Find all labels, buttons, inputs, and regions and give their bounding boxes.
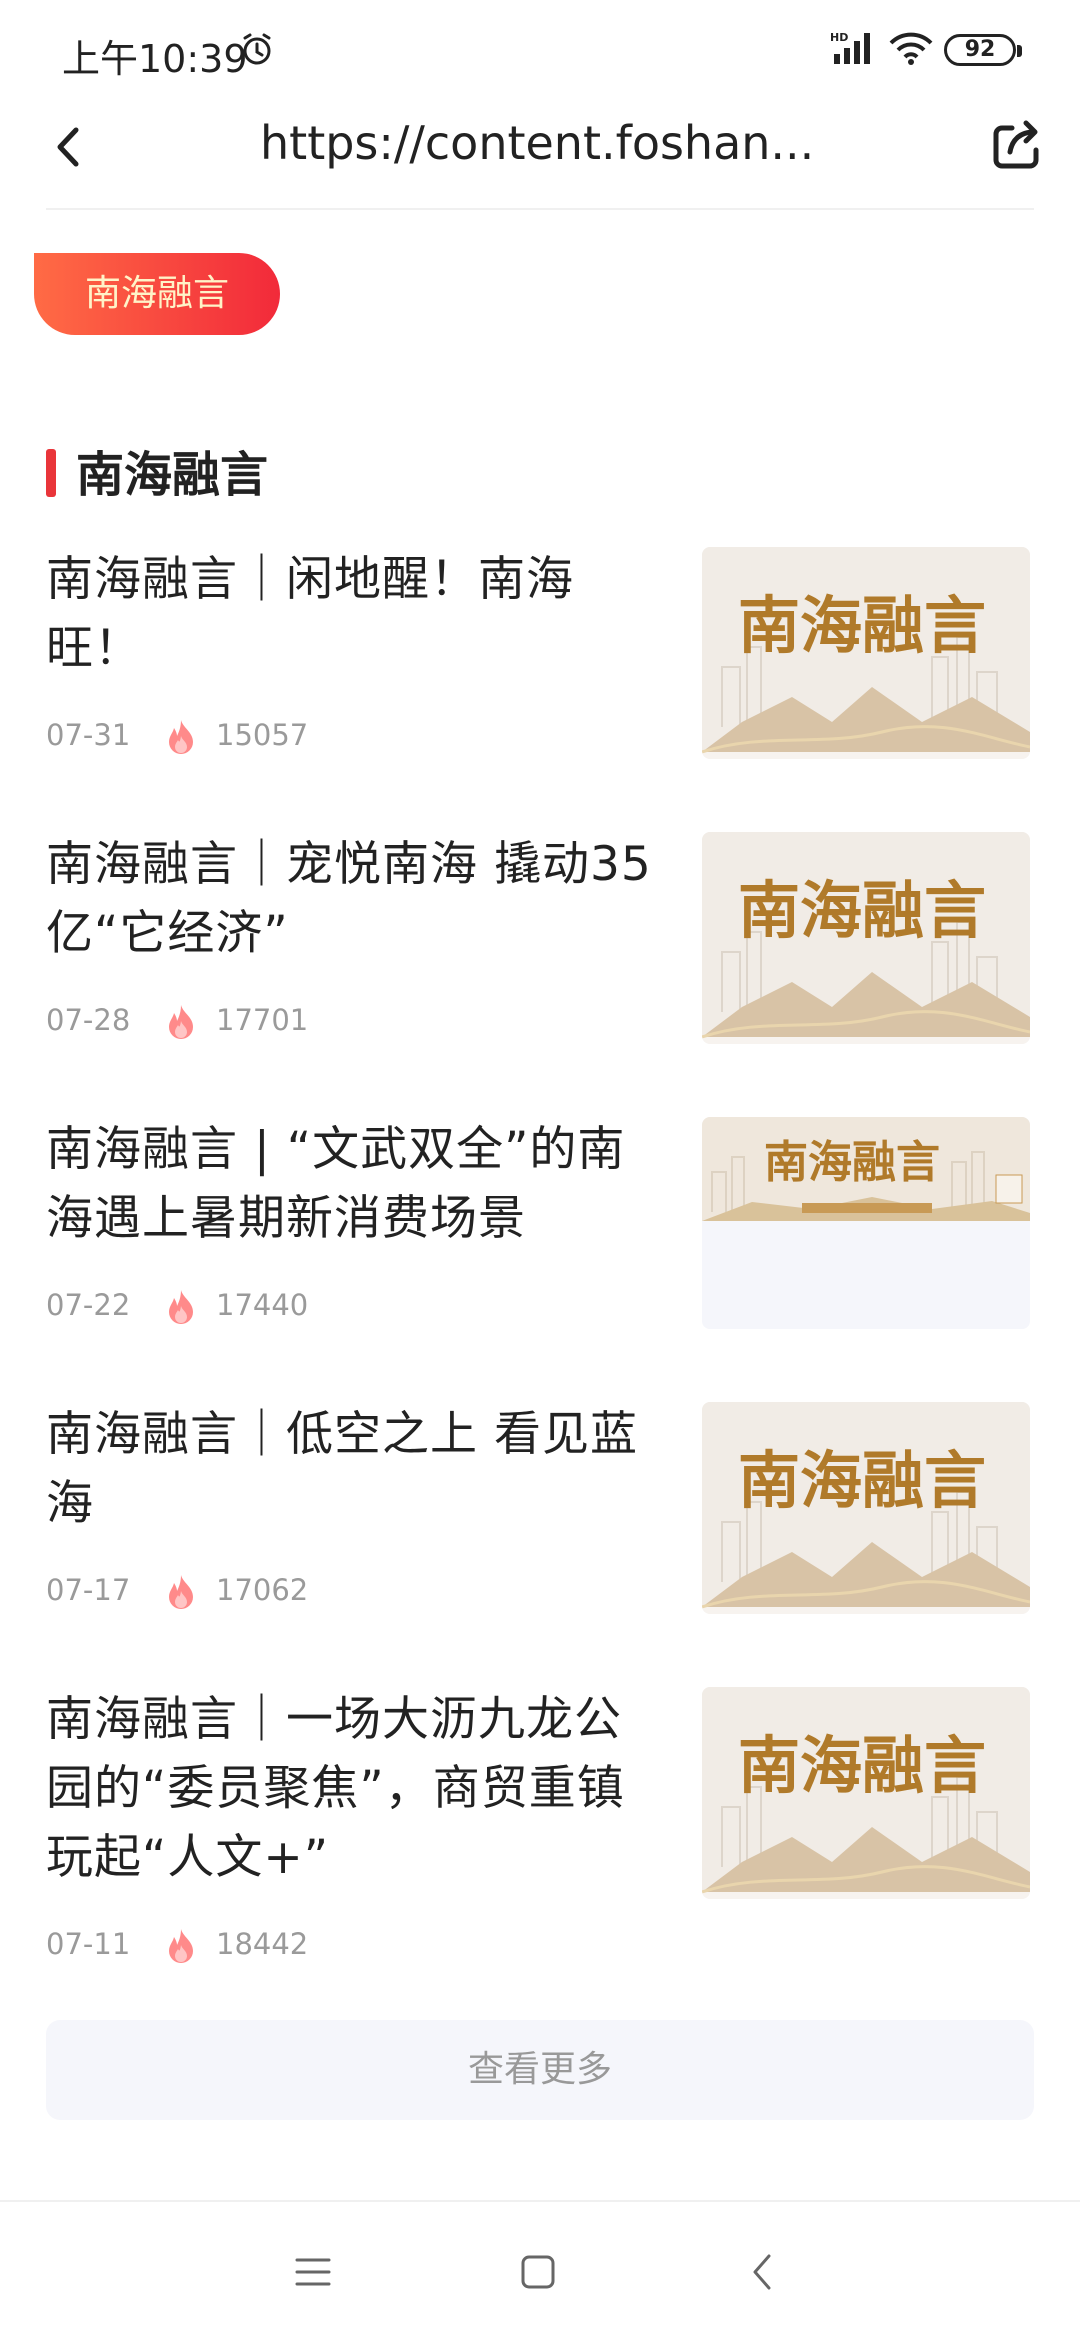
home-nav-button[interactable] — [508, 2242, 568, 2302]
view-more-button[interactable]: 查看更多 — [46, 2020, 1034, 2120]
article-title: 南海融言｜低空之上 看见蓝海 — [46, 1407, 638, 1531]
article-title: 南海融言 | “文武双全”的南海遇上暑期新消费场景 — [46, 1122, 626, 1246]
fire-icon — [166, 1003, 196, 1039]
article-views: 15057 — [216, 718, 309, 752]
article-date: 07-22 — [46, 1288, 131, 1322]
status-time: 上午10:39 — [62, 37, 248, 81]
article-date: 07-31 — [46, 718, 131, 752]
article-thumbnail: 南海融言 — [702, 1687, 1030, 1899]
cellular-signal-icon: HD — [830, 30, 880, 70]
thumb-logo-text: 南海融言 — [738, 1444, 986, 1517]
article-views: 17701 — [216, 1003, 309, 1037]
browser-toolbar: https://content.foshan... — [0, 100, 1080, 210]
wifi-icon — [888, 32, 934, 70]
section-title: 南海融言 — [76, 447, 269, 503]
fire-icon — [166, 1927, 196, 1963]
fire-icon — [166, 1573, 196, 1609]
battery-indicator: 92 — [944, 34, 1022, 66]
home-square-icon — [521, 2255, 555, 2289]
share-button[interactable] — [982, 110, 1052, 180]
article-date: 07-11 — [46, 1927, 131, 1961]
share-icon — [993, 120, 1039, 169]
article-views: 17062 — [216, 1573, 309, 1607]
back-nav-button[interactable] — [733, 2242, 793, 2302]
article-title: 南海融言｜宠悦南海 撬动35亿“它经济” — [46, 837, 652, 961]
fire-icon — [166, 1288, 196, 1324]
thumb-logo-text: 南海融言 — [738, 1729, 986, 1802]
toolbar-divider — [46, 208, 1034, 210]
column-tag[interactable]: 南海融言 — [34, 253, 280, 335]
thumb-logo-text: 南海融言 — [738, 589, 986, 662]
signal-hd-label: HD — [830, 31, 848, 44]
alarm-icon — [240, 32, 274, 70]
article-views: 17440 — [216, 1288, 309, 1322]
article-thumbnail: 南海融言 — [702, 547, 1030, 759]
article-date: 07-17 — [46, 1573, 131, 1607]
section-accent-bar — [46, 449, 56, 497]
article-date: 07-28 — [46, 1003, 131, 1037]
thumb-logo-text: 南海融言 — [764, 1137, 940, 1188]
back-triangle-icon — [753, 2254, 771, 2290]
thumb-logo-text: 南海融言 — [738, 874, 986, 947]
back-button[interactable] — [40, 112, 110, 182]
article-thumbnail: 南海融言 — [702, 832, 1030, 1044]
article-thumbnail: 南海融言 — [702, 1117, 1030, 1329]
article-title: 南海融言｜一场大沥九龙公园的“委员聚焦”，商贸重镇玩起“人文+” — [46, 1692, 625, 1885]
article-views: 18442 — [216, 1927, 309, 1961]
chevron-left-icon — [57, 127, 79, 167]
menu-icon — [295, 2258, 331, 2286]
url-title[interactable]: https://content.foshan... — [260, 108, 820, 178]
system-nav-bar — [0, 2200, 1080, 2340]
article-thumbnail: 南海融言 — [702, 1402, 1030, 1614]
article-title: 南海融言｜闲地醒！南海旺！ — [46, 552, 574, 676]
menu-nav-button[interactable] — [283, 2242, 343, 2302]
status-bar: 上午10:39 HD 92 — [0, 0, 1080, 100]
fire-icon — [166, 718, 196, 754]
